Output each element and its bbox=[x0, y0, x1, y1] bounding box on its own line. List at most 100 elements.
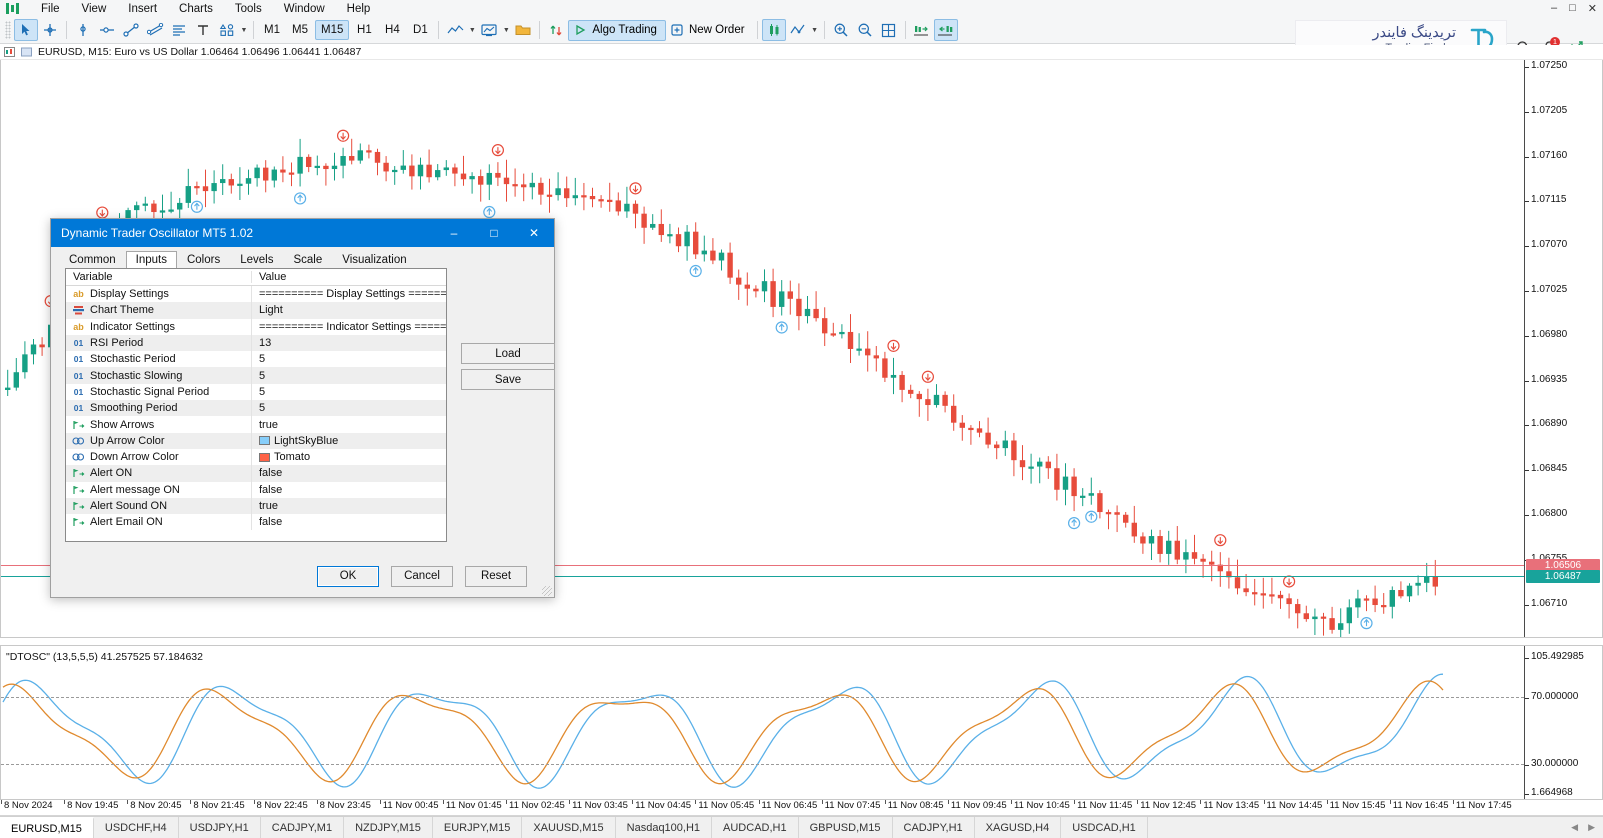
parameter-row[interactable]: 01Smoothing Period5 bbox=[66, 400, 446, 416]
chart-tab[interactable]: NZDJPY,M15 bbox=[344, 817, 433, 838]
parameter-value-cell[interactable]: ========== Display Settings ======... bbox=[251, 286, 446, 302]
tab-levels[interactable]: Levels bbox=[230, 251, 283, 269]
channel-tool-button[interactable] bbox=[143, 19, 167, 41]
parameter-row[interactable]: Down Arrow ColorTomato bbox=[66, 449, 446, 465]
tab-common[interactable]: Common bbox=[59, 251, 126, 269]
tab-scroll-right-icon[interactable]: ▶ bbox=[1588, 822, 1595, 833]
shapes-dropdown-caret-icon[interactable]: ▼ bbox=[239, 19, 249, 41]
parameter-row[interactable]: Alert Sound ONtrue bbox=[66, 498, 446, 514]
candlestick-chart-icon[interactable] bbox=[762, 19, 786, 41]
window-minimize-icon[interactable]: – bbox=[1551, 2, 1557, 15]
parameter-value-cell[interactable]: 5 bbox=[251, 400, 446, 416]
parameter-value-cell[interactable]: 5 bbox=[251, 367, 446, 383]
parameter-row[interactable]: Chart ThemeLight bbox=[66, 302, 446, 318]
chart-tab[interactable]: CADJPY,H1 bbox=[893, 817, 975, 838]
timeframe-m15[interactable]: M15 bbox=[315, 20, 349, 40]
parameter-row[interactable]: 01Stochastic Period5 bbox=[66, 351, 446, 367]
parameter-row[interactable]: Show Arrowstrue bbox=[66, 416, 446, 432]
chart-tab[interactable]: GBPUSD,M15 bbox=[799, 817, 893, 838]
parameter-value-cell[interactable]: false bbox=[251, 482, 446, 498]
toolbar-grip-1[interactable] bbox=[5, 21, 11, 39]
auto-scroll-icon[interactable] bbox=[786, 19, 810, 41]
dialog-close-icon[interactable]: ✕ bbox=[514, 219, 554, 247]
chart-tab[interactable]: XAGUSD,H4 bbox=[975, 817, 1062, 838]
templates-caret-icon[interactable]: ▼ bbox=[501, 19, 511, 41]
vertical-line-tool-button[interactable] bbox=[71, 19, 95, 41]
parameter-row[interactable]: abDisplay Settings========== Display Set… bbox=[66, 286, 446, 302]
chart-tab[interactable]: EURJPY,M15 bbox=[433, 817, 522, 838]
parameter-value-cell[interactable]: Light bbox=[251, 302, 446, 318]
parameter-value-cell[interactable]: 13 bbox=[251, 335, 446, 351]
fibonacci-tool-button[interactable] bbox=[167, 19, 191, 41]
chart-tab[interactable]: USDJPY,H1 bbox=[179, 817, 261, 838]
chart-tab[interactable]: USDCHF,H4 bbox=[94, 817, 179, 838]
chart-tab[interactable]: EURUSD,M15 bbox=[0, 817, 94, 838]
menu-item-view[interactable]: View bbox=[71, 2, 118, 16]
price-axis[interactable]: 1.072501.072051.071601.071151.070701.070… bbox=[1524, 60, 1602, 637]
parameter-value-cell[interactable]: false bbox=[251, 514, 446, 530]
chart-tab[interactable]: CADJPY,M1 bbox=[261, 817, 344, 838]
parameter-value-cell[interactable]: 5 bbox=[251, 384, 446, 400]
time-axis[interactable]: 8 Nov 20248 Nov 19:458 Nov 20:458 Nov 21… bbox=[0, 800, 1603, 816]
dialog-maximize-icon[interactable]: □ bbox=[474, 219, 514, 247]
timeframe-d1[interactable]: D1 bbox=[407, 20, 433, 40]
text-tool-button[interactable] bbox=[191, 19, 215, 41]
parameter-value-cell[interactable]: ========== Indicator Settings =====... bbox=[251, 319, 446, 335]
shift-chart-icon[interactable] bbox=[910, 19, 934, 41]
parameter-row[interactable]: 01RSI Period13 bbox=[66, 335, 446, 351]
chart-tab[interactable]: XAUUSD,M15 bbox=[522, 817, 615, 838]
crosshair-tool-button[interactable] bbox=[38, 19, 62, 41]
indicator-properties-dialog[interactable]: Dynamic Trader Oscillator MT5 1.02 – □ ✕… bbox=[50, 218, 555, 598]
parameter-row[interactable]: Up Arrow ColorLightSkyBlue bbox=[66, 433, 446, 449]
indicator-axis[interactable]: 105.49298570.00000030.0000001.664968 bbox=[1524, 646, 1602, 799]
parameter-value-cell[interactable]: false bbox=[251, 465, 446, 481]
shapes-tool-button[interactable] bbox=[215, 19, 239, 41]
menu-item-window[interactable]: Window bbox=[273, 2, 336, 16]
chart-tab[interactable]: USDCAD,H1 bbox=[1061, 817, 1148, 838]
menu-item-help[interactable]: Help bbox=[336, 2, 382, 16]
cursor-tool-button[interactable] bbox=[14, 19, 38, 41]
chart-type-caret-icon[interactable]: ▼ bbox=[467, 19, 477, 41]
auto-scroll-caret-icon[interactable]: ▼ bbox=[810, 19, 820, 41]
zoom-in-icon[interactable] bbox=[829, 19, 853, 41]
menu-item-file[interactable]: File bbox=[30, 2, 71, 16]
reset-button[interactable]: Reset bbox=[465, 566, 527, 587]
load-button[interactable]: Load bbox=[461, 343, 555, 364]
chart-tab[interactable]: Nasdaq100,H1 bbox=[616, 817, 712, 838]
cancel-button[interactable]: Cancel bbox=[391, 566, 453, 587]
open-folder-icon[interactable] bbox=[511, 19, 535, 41]
parameter-row[interactable]: Alert message ONfalse bbox=[66, 482, 446, 498]
tab-visualization[interactable]: Visualization bbox=[332, 251, 416, 269]
chart-type-line-icon[interactable] bbox=[443, 19, 467, 41]
timeframe-h4[interactable]: H4 bbox=[379, 20, 405, 40]
save-button[interactable]: Save bbox=[461, 369, 555, 390]
horizontal-line-tool-button[interactable] bbox=[95, 19, 119, 41]
parameter-row[interactable]: 01Stochastic Slowing5 bbox=[66, 367, 446, 383]
parameter-row[interactable]: Alert Email ONfalse bbox=[66, 514, 446, 530]
inputs-table[interactable]: Variable Value abDisplay Settings=======… bbox=[65, 268, 447, 542]
shift-chart-left-icon[interactable] bbox=[934, 19, 958, 41]
parameter-value-cell[interactable]: LightSkyBlue bbox=[251, 433, 446, 449]
parameter-row[interactable]: abIndicator Settings========== Indicator… bbox=[66, 319, 446, 335]
tab-scale[interactable]: Scale bbox=[283, 251, 332, 269]
new-order-button[interactable]: New Order bbox=[666, 20, 753, 41]
grid-layout-icon[interactable] bbox=[877, 19, 901, 41]
indicators-icon[interactable] bbox=[544, 19, 568, 41]
parameter-value-cell[interactable]: true bbox=[251, 498, 446, 514]
timeframe-h1[interactable]: H1 bbox=[351, 20, 377, 40]
menu-item-tools[interactable]: Tools bbox=[224, 2, 273, 16]
dialog-minimize-icon[interactable]: – bbox=[434, 219, 474, 247]
timeframe-m1[interactable]: M1 bbox=[259, 20, 285, 40]
tab-scroll-controls[interactable]: ◀ ▶ bbox=[1571, 817, 1603, 838]
window-maximize-icon[interactable]: □ bbox=[1569, 2, 1576, 15]
parameter-value-cell[interactable]: 5 bbox=[251, 351, 446, 367]
templates-icon[interactable] bbox=[477, 19, 501, 41]
algo-trading-button[interactable]: Algo Trading bbox=[568, 20, 666, 41]
parameter-value-cell[interactable]: true bbox=[251, 416, 446, 432]
trendline-tool-button[interactable] bbox=[119, 19, 143, 41]
dialog-title-bar[interactable]: Dynamic Trader Oscillator MT5 1.02 – □ ✕ bbox=[51, 219, 554, 247]
tab-colors[interactable]: Colors bbox=[177, 251, 230, 269]
parameter-row[interactable]: Alert ONfalse bbox=[66, 465, 446, 481]
indicator-subwindow[interactable]: "DTOSC" (13,5,5,5) 41.257525 57.184632 1… bbox=[0, 645, 1603, 800]
menu-item-insert[interactable]: Insert bbox=[117, 2, 168, 16]
